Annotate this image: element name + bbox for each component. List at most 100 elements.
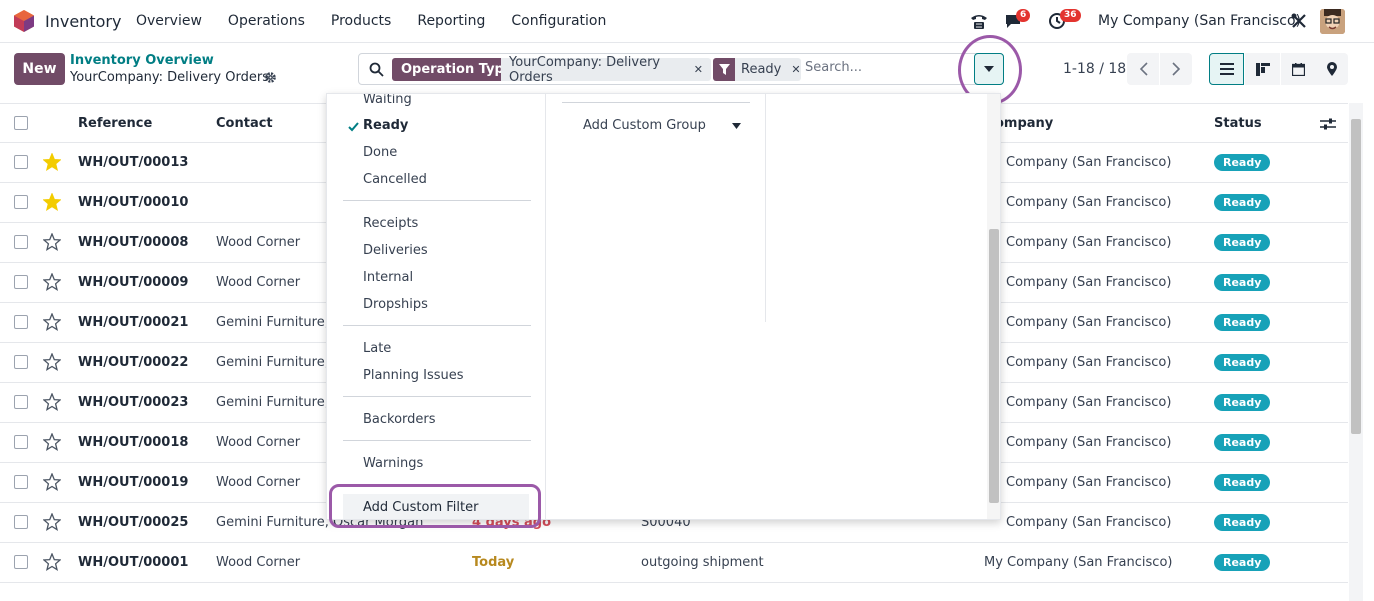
star-outline-icon[interactable] [43,473,61,491]
cell-contact: Wood Corner [216,275,301,290]
star-outline-icon[interactable] [43,233,61,251]
row-checkbox[interactable] [14,475,28,489]
breadcrumb-parent-link[interactable]: Inventory Overview [70,53,214,68]
filter-internal[interactable]: Internal [363,270,413,285]
column-status[interactable]: Status [1214,116,1262,131]
star-outline-icon[interactable] [43,393,61,411]
cell-company: Company (San Francisco) [1006,275,1172,290]
annotation-rounded-box [329,484,541,528]
row-checkbox[interactable] [14,555,28,569]
search-input[interactable] [805,60,965,75]
kanban-view-button[interactable] [1245,53,1280,85]
filters-column: Waiting Ready Done Cancelled Receipts De… [327,94,546,519]
map-pin-icon [1327,62,1337,76]
row-checkbox[interactable] [14,155,28,169]
row-checkbox[interactable] [14,395,28,409]
company-switcher[interactable]: My Company (San Francisco) [1098,13,1301,29]
row-checkbox[interactable] [14,275,28,289]
cell-company: Company (San Francisco) [1006,195,1172,210]
new-button[interactable]: New [14,53,65,85]
phone-icon[interactable] [970,12,988,30]
menu-operations[interactable]: Operations [228,13,305,29]
facet-filter-value: Ready ✕ [735,58,801,81]
app-name[interactable]: Inventory [45,12,121,31]
main-menu: Overview Operations Products Reporting C… [136,13,632,29]
calendar-view-button[interactable] [1281,53,1316,85]
filter-cancelled[interactable]: Cancelled [363,172,427,187]
filter-ready[interactable]: Ready [363,118,408,133]
star-outline-icon[interactable] [43,513,61,531]
row-checkbox[interactable] [14,515,28,529]
optional-columns-icon[interactable] [1320,117,1336,131]
cell-reference: WH/OUT/00001 [78,555,189,570]
filter-receipts[interactable]: Receipts [363,216,418,231]
column-company[interactable]: ompany [995,116,1053,131]
status-badge: Ready [1214,514,1271,531]
panel-scrollbar-thumb[interactable] [989,229,999,503]
star-outline-icon[interactable] [43,273,61,291]
pager-next-button[interactable] [1160,53,1192,85]
cell-company: Company (San Francisco) [1006,435,1172,450]
cell-reference: WH/OUT/00018 [78,435,189,450]
column-contact[interactable]: Contact [216,116,273,131]
row-checkbox[interactable] [14,235,28,249]
cell-reference: WH/OUT/00009 [78,275,189,290]
menu-products[interactable]: Products [331,13,391,29]
cell-contact: Wood Corner [216,555,301,570]
filter-waiting[interactable]: Waiting [363,94,412,107]
map-view-button[interactable] [1316,53,1348,85]
cell-company: Company (San Francisco) [1006,315,1172,330]
cell-company: Company (San Francisco) [1006,395,1172,410]
cell-contact: Wood Corner [216,475,301,490]
avatar-face-icon [1320,9,1345,34]
gear-icon[interactable] [264,71,277,84]
filter-dropships[interactable]: Dropships [363,297,428,312]
status-badge: Ready [1214,434,1271,451]
row-checkbox[interactable] [14,355,28,369]
inventory-app-icon[interactable] [14,10,34,32]
status-badge: Ready [1214,274,1271,291]
remove-filter-icon[interactable]: ✕ [791,63,800,76]
group-by-column: Add Custom Group [546,94,766,322]
menu-reporting[interactable]: Reporting [417,13,485,29]
status-badge: Ready [1214,154,1271,171]
remove-facet-icon[interactable]: ✕ [694,63,703,76]
list-view-button[interactable] [1209,53,1244,85]
add-custom-group-select[interactable]: Add Custom Group [583,118,706,133]
star-outline-icon[interactable] [43,313,61,331]
filter-planning-issues[interactable]: Planning Issues [363,368,464,383]
table-row[interactable]: WH/OUT/00001 Wood Corner Today outgoing shi… [0,543,1348,583]
facet-operation-type-value: YourCompany: Delivery Orders ✕ [501,55,711,85]
menu-configuration[interactable]: Configuration [511,13,606,29]
menu-overview[interactable]: Overview [136,13,202,29]
star-outline-icon[interactable] [43,553,61,571]
row-checkbox[interactable] [14,315,28,329]
pager-value[interactable]: 1-18 / 18 [1063,61,1126,77]
divider [562,102,750,103]
divider [343,200,531,201]
filter-warnings[interactable]: Warnings [363,456,423,471]
page-scrollbar-thumb[interactable] [1351,119,1361,434]
row-checkbox[interactable] [14,435,28,449]
top-navbar: Inventory Overview Operations Products R… [0,0,1374,43]
star-filled-icon[interactable] [43,193,61,211]
star-outline-icon[interactable] [43,353,61,371]
filter-backorders[interactable]: Backorders [363,412,436,427]
activity-count-badge: 36 [1060,9,1081,22]
search-bar[interactable]: Operation Type YourCompany: Delivery Ord… [358,53,1004,85]
filter-done[interactable]: Done [363,145,397,160]
filter-late[interactable]: Late [363,341,391,356]
user-avatar[interactable] [1320,9,1345,34]
star-filled-icon[interactable] [43,153,61,171]
debug-tools-icon[interactable] [1290,12,1308,30]
column-reference[interactable]: Reference [78,116,152,131]
cell-company: Company (San Francisco) [1006,155,1172,170]
filter-deliveries[interactable]: Deliveries [363,243,428,258]
select-all-checkbox[interactable] [14,116,28,130]
cell-reference: WH/OUT/00019 [78,475,189,490]
row-checkbox[interactable] [14,195,28,209]
pager-previous-button[interactable] [1127,53,1159,85]
cell-reference: WH/OUT/00010 [78,195,189,210]
status-badge: Ready [1214,354,1271,371]
star-outline-icon[interactable] [43,433,61,451]
